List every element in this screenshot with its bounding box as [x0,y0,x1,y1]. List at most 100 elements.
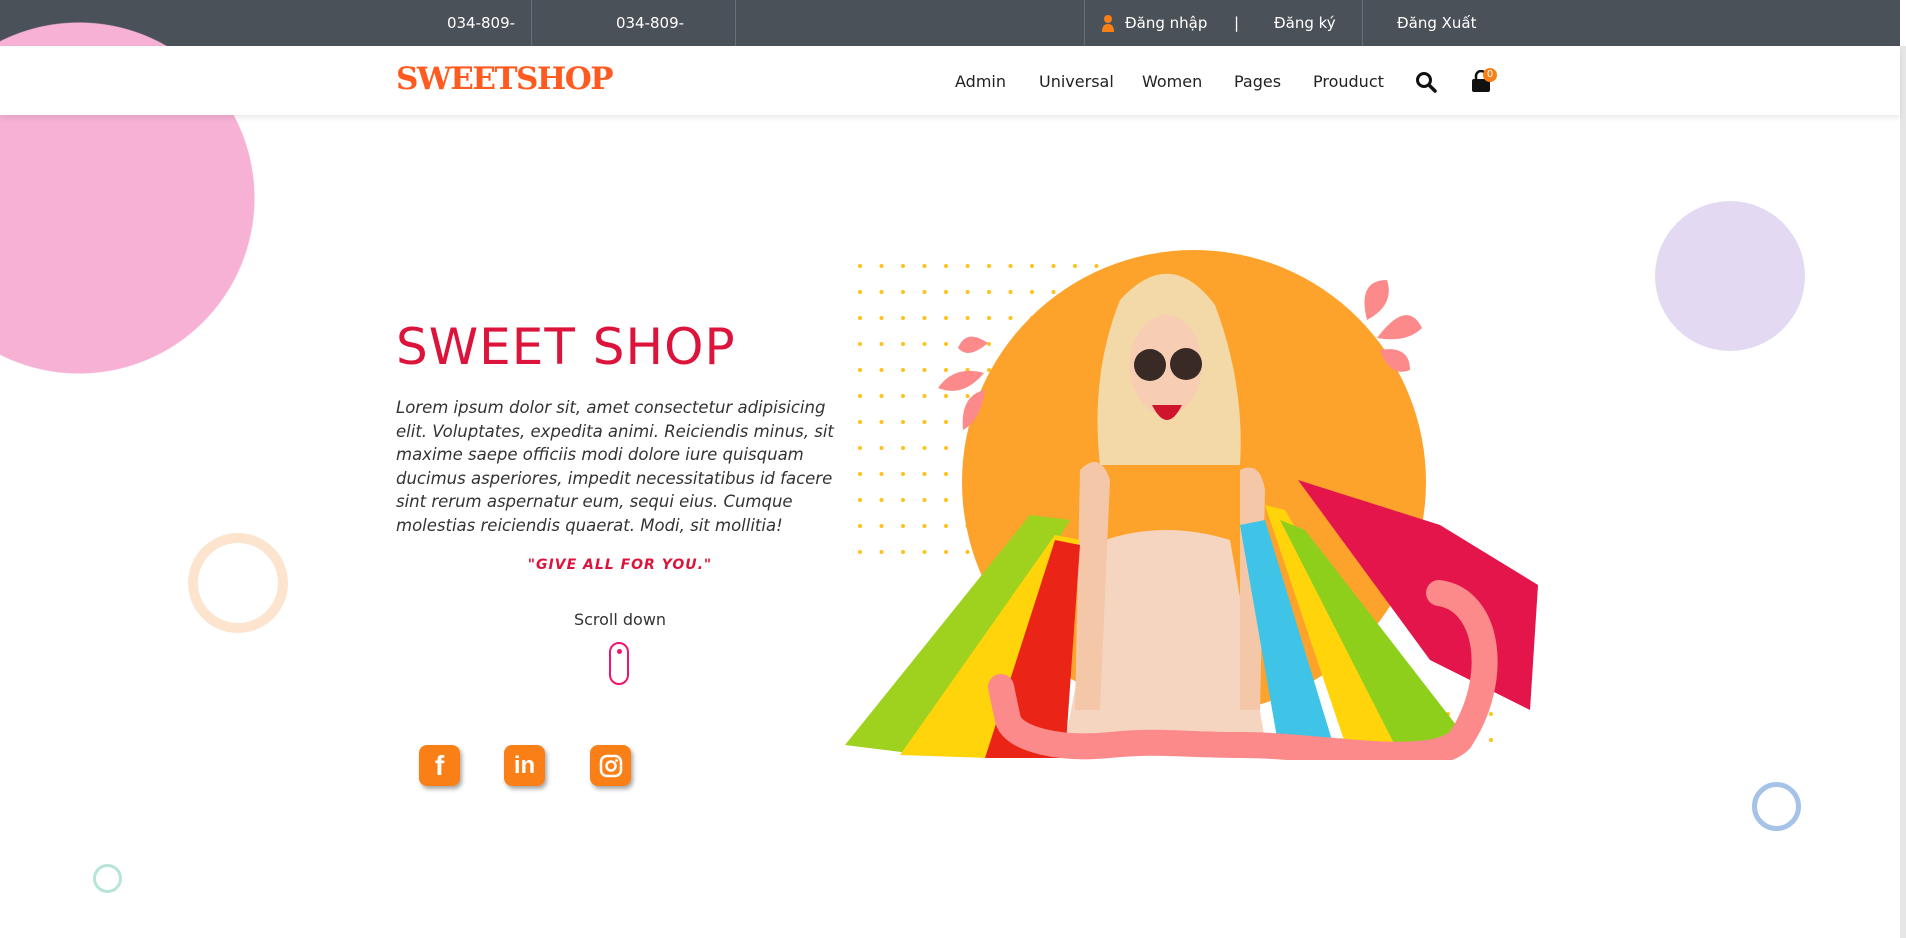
dot [879,446,884,450]
logo[interactable]: SWEETSHOP [396,61,614,97]
dot [901,498,905,502]
dot [901,420,905,424]
facebook-button[interactable]: f [419,745,460,786]
dot [1489,738,1493,742]
hero-title: SWEET SHOP [396,318,736,376]
scrollbar[interactable] [1900,46,1906,938]
dot [879,498,884,502]
dot [1008,264,1013,268]
dot [901,316,905,320]
nav-universal[interactable]: Universal [1039,72,1114,91]
user-icon [1101,14,1115,32]
dot [1030,264,1034,268]
dot [901,550,905,554]
top-bar: 034-809-6333 034-809-6333 Đăng nhập | Đă… [0,0,1900,78]
dot [922,264,927,268]
main-header: SWEETSHOP Admin Universal Women Pages Pr… [0,46,1900,115]
dot [858,498,862,502]
dot [944,316,948,320]
phone-1[interactable]: 034-809-6333 [431,0,531,78]
scroll-mouse-icon[interactable] [609,642,629,685]
dot [944,290,948,294]
dot [901,342,905,346]
dot [944,368,948,372]
dot [944,550,948,554]
dot [901,524,905,528]
dot [858,446,862,450]
dot [922,524,927,528]
dot [965,290,970,294]
logout-link[interactable]: Đăng Xuất [1397,0,1476,46]
dot [944,472,948,476]
dot [858,420,862,424]
dot [922,290,927,294]
dot [1008,290,1013,294]
dot [858,342,862,346]
dot [1030,290,1034,294]
decor-ring-peach [188,533,288,633]
dot [858,290,862,294]
dot [879,342,884,346]
dot [879,550,884,554]
dot [879,420,884,424]
dot [965,316,970,320]
dot [858,472,862,476]
dot [879,394,884,398]
dot [922,550,927,554]
dot [901,394,905,398]
dot [922,472,927,476]
dot [922,342,927,346]
divider [1362,0,1363,46]
dot [879,472,884,476]
dot [1051,264,1056,268]
dot [944,264,948,268]
linkedin-icon: in [513,751,536,779]
cart-badge: 0 [1483,68,1497,82]
scroll-down-label: Scroll down [573,610,667,629]
dot [858,368,862,372]
facebook-icon: f [434,749,445,781]
dot [987,264,991,268]
dot [944,394,948,398]
dot [1073,264,1077,268]
hero-description: Lorem ipsum dolor sit, amet consectetur … [396,398,834,535]
login-link[interactable]: Đăng nhập [1125,0,1207,46]
linkedin-button[interactable]: in [504,745,545,786]
dot [965,264,970,268]
phone-2[interactable]: 034-809-6333 [600,0,700,78]
dot [858,394,862,398]
dot [987,316,991,320]
divider [1084,0,1085,46]
dot [1489,712,1493,716]
nav-women[interactable]: Women [1142,72,1202,91]
dot [944,498,948,502]
dot [965,550,970,554]
dot [901,446,905,450]
dot [922,420,927,424]
dot [901,290,905,294]
nav-product[interactable]: Prouduct [1313,72,1384,91]
hero-quote: "GIVE ALL FOR YOU." [527,557,713,573]
dot [858,550,862,554]
dot [879,316,884,320]
dot [987,290,991,294]
divider [735,0,736,46]
nav-admin[interactable]: Admin [955,72,1006,91]
decor-ring-blue [1752,782,1801,831]
register-link[interactable]: Đăng ký [1274,0,1336,46]
search-icon[interactable] [1415,71,1437,97]
dot [944,446,948,450]
instagram-button[interactable] [590,745,631,786]
dot [965,394,970,398]
dot [987,342,991,346]
dot [879,290,884,294]
nav-pages[interactable]: Pages [1234,72,1281,91]
dot [858,524,862,528]
dot [922,446,927,450]
decor-circle-lavender [1655,201,1805,351]
divider [531,0,532,46]
dot [901,368,905,372]
dot [944,342,948,346]
separator: | [1234,14,1240,32]
cart-icon[interactable]: 0 [1470,68,1500,94]
